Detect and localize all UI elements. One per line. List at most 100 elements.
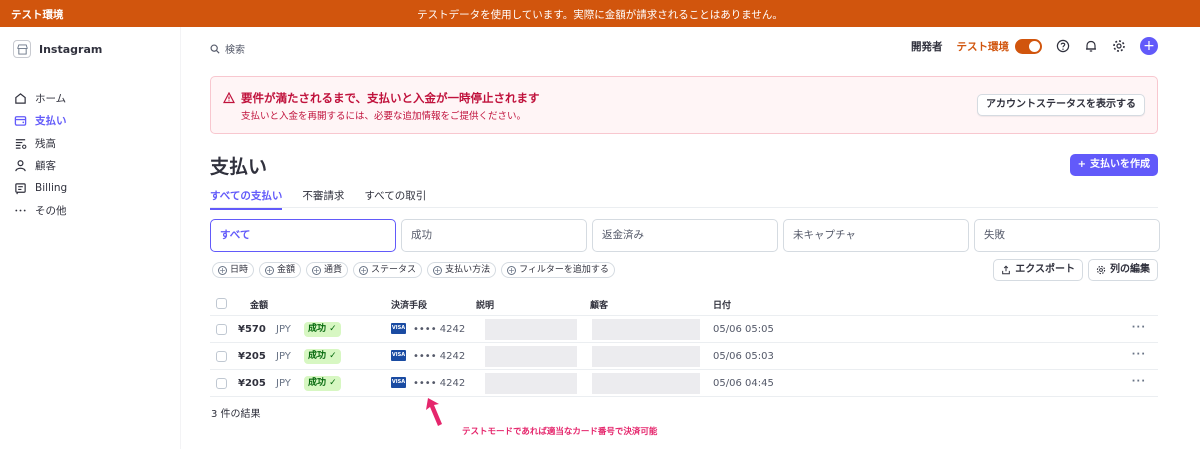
sidebar-nav: ホーム 支払い 残高 顧客 Billing その他: [14, 87, 67, 222]
sidebar-item-customers[interactable]: 顧客: [14, 155, 67, 178]
warning-icon: [223, 92, 235, 104]
chip-payment-method[interactable]: + 支払い方法: [427, 262, 497, 278]
chip-amount[interactable]: + 金額: [259, 262, 302, 278]
table-row[interactable]: ¥570 JPY 成功 ✓ VISA •••• 4242 05/06 05:05…: [210, 316, 1158, 343]
sidebar-item-label: 残高: [35, 137, 56, 150]
test-mode-banner: テスト環境 テストデータを使用しています。実際に金額が請求されることはありません…: [0, 0, 1200, 27]
payment-date: 05/06 04:45: [713, 378, 774, 389]
card-number: •••• 4242: [413, 351, 466, 362]
col-customer[interactable]: 顧客: [590, 298, 608, 311]
annotation-arrow-icon: [426, 398, 442, 426]
annotation-text: テストモードであれば適当なカード番号で決済可能: [462, 427, 658, 437]
view-account-status-button[interactable]: アカウントステータスを表示する: [977, 94, 1145, 116]
currency: JPY: [276, 351, 291, 362]
select-all-checkbox[interactable]: [216, 298, 227, 309]
chip-label: フィルターを追加する: [519, 265, 609, 275]
row-checkbox[interactable]: [216, 351, 227, 362]
bell-icon[interactable]: [1084, 39, 1098, 53]
row-more-button[interactable]: ···: [1132, 376, 1146, 387]
table-row[interactable]: ¥205 JPY 成功 ✓ VISA •••• 4242 05/06 04:45…: [210, 370, 1158, 397]
payments-table: 金額 決済手段 説明 顧客 日付 ¥570 JPY 成功 ✓ VISA ••••…: [210, 290, 1158, 397]
status-badge: 成功 ✓: [304, 376, 341, 391]
create-payment-label: 支払いを作成: [1090, 159, 1150, 170]
filter-uncaptured[interactable]: 未キャプチャ: [783, 219, 969, 252]
create-payment-button[interactable]: + 支払いを作成: [1069, 154, 1158, 176]
add-circle-icon: +: [265, 265, 275, 275]
status-label: 成功: [308, 378, 327, 388]
currency: JPY: [276, 378, 291, 389]
search-input[interactable]: 検索: [210, 41, 245, 56]
test-mode-toggle-group: テスト環境: [957, 38, 1042, 54]
amount: ¥570: [238, 324, 266, 335]
col-amount[interactable]: 金額: [250, 298, 268, 311]
redacted-customer: [592, 319, 700, 340]
chip-currency[interactable]: + 通貨: [306, 262, 349, 278]
wallet-icon: [14, 116, 27, 127]
add-circle-icon: +: [312, 265, 322, 275]
check-icon: ✓: [329, 351, 337, 361]
export-label: エクスポート: [1015, 264, 1075, 275]
create-new-icon[interactable]: +: [1140, 37, 1158, 55]
sidebar-item-label: 顧客: [35, 160, 56, 173]
currency: JPY: [276, 324, 291, 335]
redacted-customer: [592, 373, 700, 394]
chip-label: 支払い方法: [445, 265, 491, 275]
col-date[interactable]: 日付: [713, 298, 731, 311]
sidebar-item-more[interactable]: その他: [14, 200, 67, 223]
brand-name: Instagram: [39, 42, 103, 56]
chip-label: 通貨: [324, 265, 343, 275]
test-mode-toggle[interactable]: [1015, 38, 1042, 54]
store-icon: [13, 40, 31, 58]
account-switcher[interactable]: Instagram: [13, 40, 102, 58]
filter-all[interactable]: すべて: [210, 219, 396, 252]
visa-icon: VISA: [391, 377, 406, 388]
filter-refunded[interactable]: 返金済み: [592, 219, 778, 252]
add-circle-icon: +: [218, 265, 227, 275]
check-icon: ✓: [329, 324, 337, 334]
table-header: 金額 決済手段 説明 顧客 日付: [210, 290, 1158, 316]
payment-date: 05/06 05:03: [713, 351, 774, 362]
page-title: 支払い: [210, 156, 268, 178]
table-actions: エクスポート 列の編集: [993, 259, 1158, 281]
row-more-button[interactable]: ···: [1132, 322, 1146, 333]
tab-divider: [210, 207, 1158, 208]
sidebar-item-label: 支払い: [35, 115, 67, 128]
help-icon[interactable]: [1056, 39, 1070, 53]
redacted-customer: [592, 346, 700, 367]
sidebar-item-balance[interactable]: 残高: [14, 132, 67, 155]
chip-date[interactable]: + 日時: [212, 262, 255, 278]
sidebar-item-home[interactable]: ホーム: [14, 87, 67, 110]
search-icon: [210, 43, 220, 54]
table-row[interactable]: ¥205 JPY 成功 ✓ VISA •••• 4242 05/06 05:03…: [210, 343, 1158, 370]
sidebar-item-payments[interactable]: 支払い: [14, 110, 67, 133]
chip-add-filter[interactable]: + フィルターを追加する: [501, 262, 615, 278]
status-badge: 成功 ✓: [304, 349, 341, 364]
filter-succeeded[interactable]: 成功: [401, 219, 587, 252]
banner-message: テストデータを使用しています。実際に金額が請求されることはありません。: [417, 9, 783, 21]
sidebar-item-billing[interactable]: Billing: [14, 177, 67, 200]
filter-failed[interactable]: 失敗: [974, 219, 1160, 252]
alert-title: 要件が満たされるまで、支払いと入金が一時停止されます: [241, 91, 540, 105]
redacted-description: [485, 346, 577, 367]
user-icon: [15, 160, 26, 172]
gear-icon: [1096, 265, 1106, 275]
row-more-button[interactable]: ···: [1132, 349, 1146, 360]
status-badge: 成功 ✓: [304, 322, 341, 337]
col-description[interactable]: 説明: [476, 298, 494, 311]
col-payment-method[interactable]: 決済手段: [391, 298, 427, 311]
developer-link[interactable]: 開発者: [911, 39, 943, 54]
row-checkbox[interactable]: [216, 378, 227, 389]
card-number: •••• 4242: [413, 324, 466, 335]
sidebar-item-label: ホーム: [35, 92, 67, 105]
payment-date: 05/06 05:05: [713, 324, 774, 335]
home-icon: [15, 92, 26, 104]
chip-label: ステータス: [371, 265, 417, 275]
card-number: •••• 4242: [413, 378, 466, 389]
status-label: 成功: [308, 351, 327, 361]
chip-status[interactable]: + ステータス: [353, 262, 423, 278]
export-button[interactable]: エクスポート: [993, 259, 1083, 281]
row-checkbox[interactable]: [216, 324, 227, 335]
gear-icon[interactable]: [1112, 39, 1126, 53]
balance-icon: [15, 138, 27, 149]
edit-columns-button[interactable]: 列の編集: [1088, 259, 1158, 281]
